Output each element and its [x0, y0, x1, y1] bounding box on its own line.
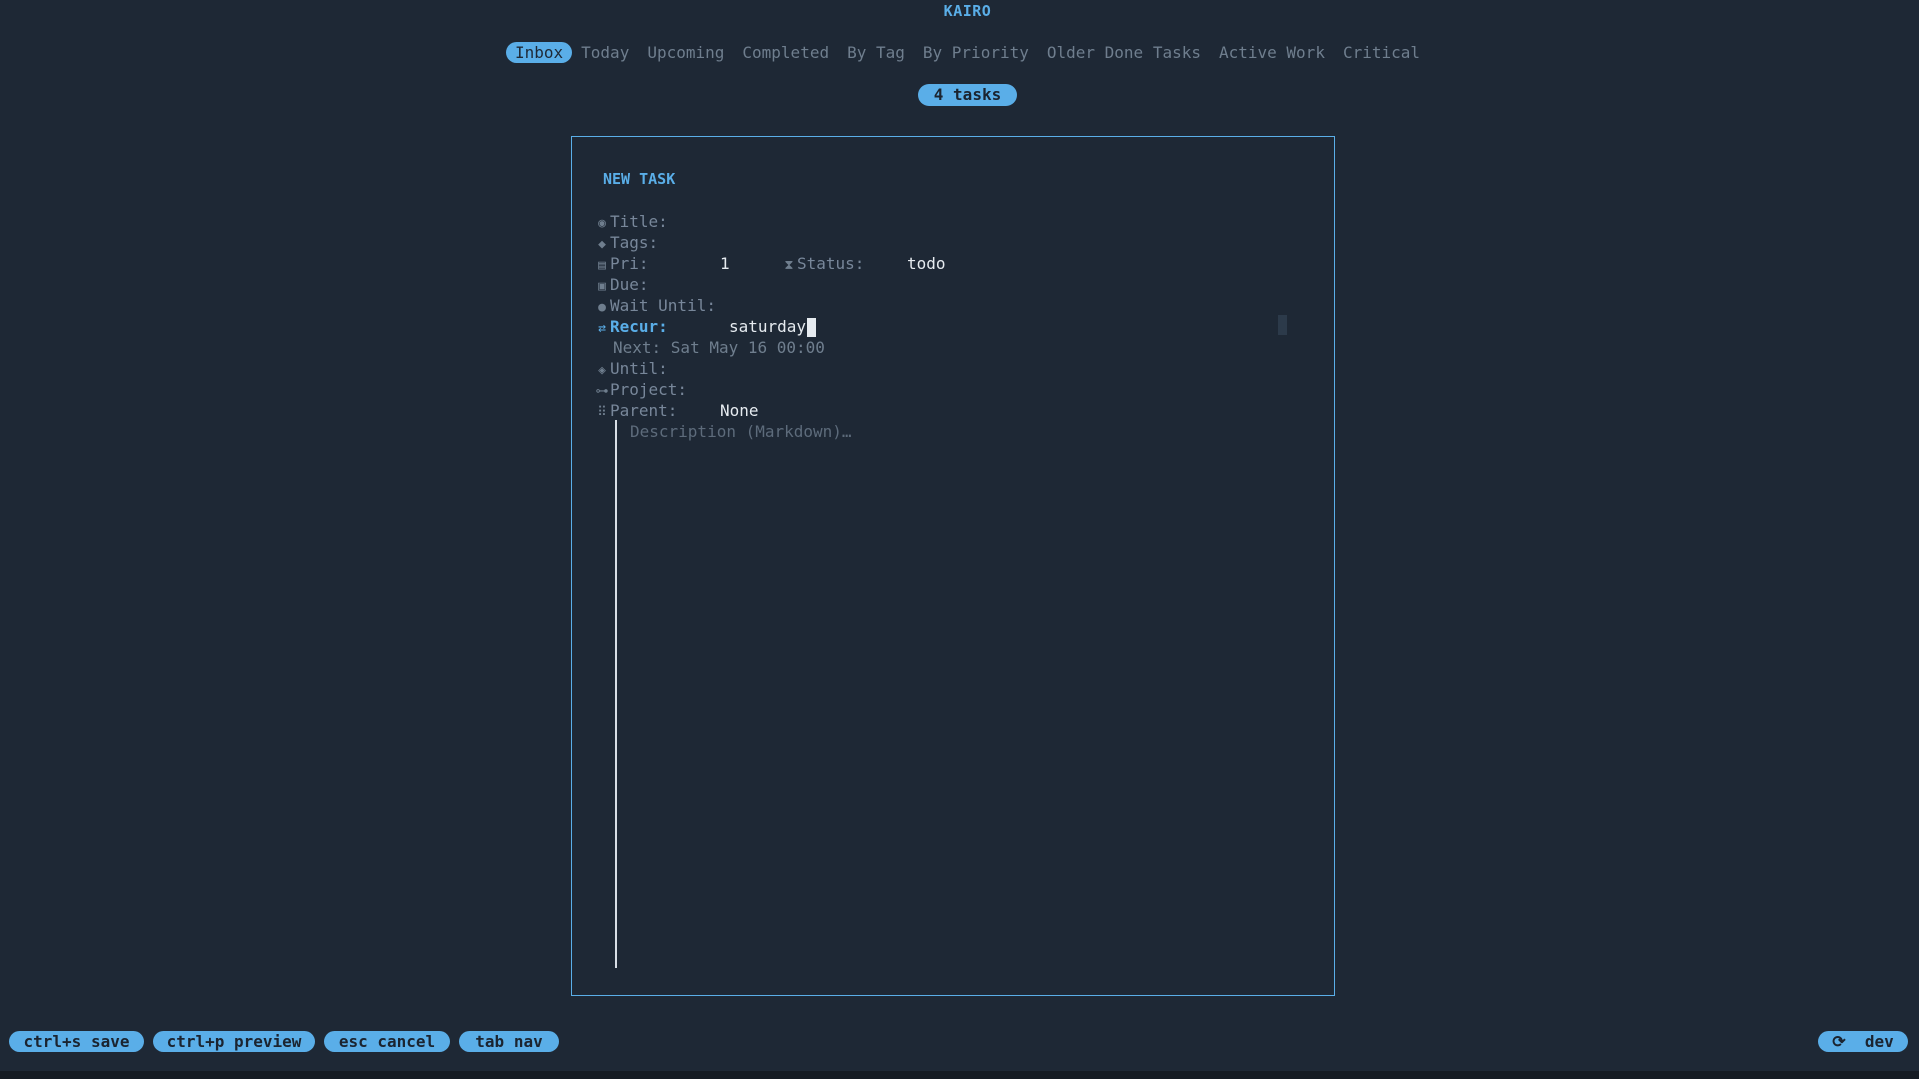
recur-input[interactable]: saturday [729, 316, 817, 337]
tab-today[interactable]: Today [572, 42, 638, 63]
app-window: KAIRO Inbox Today Upcoming Completed By … [0, 0, 1919, 1079]
tab-upcoming[interactable]: Upcoming [638, 42, 733, 63]
tab-older-done-tasks[interactable]: Older Done Tasks [1038, 42, 1210, 63]
title-label: Title: [610, 212, 668, 231]
clock-icon: ● [598, 300, 606, 315]
status-value[interactable]: todo [907, 253, 946, 274]
eye-icon: ◉ [598, 216, 606, 231]
recur-field[interactable]: ⇄ Recur: saturday [594, 316, 817, 337]
new-task-form: NEW TASK ◉ Title: ◆ Tags: ▤ Pri: 1 ⧗ Status:… [571, 136, 1335, 996]
due-field[interactable]: ▣ Due: [594, 274, 649, 295]
grid-icon: ⠿ [597, 405, 607, 420]
parent-label: Parent: [610, 401, 678, 420]
next-occurrence: Next: Sat May 16 00:00 [613, 338, 825, 357]
bottom-edge [0, 1071, 1919, 1079]
view-tabs: Inbox Today Upcoming Completed By Tag By… [0, 42, 1919, 63]
priority-field[interactable]: ▤ Pri: 1 [594, 253, 730, 274]
description-border [615, 420, 617, 968]
save-shortcut-button[interactable]: ctrl+s save [9, 1031, 144, 1052]
tab-completed[interactable]: Completed [733, 42, 838, 63]
form-title: NEW TASK [603, 170, 676, 188]
input-scroll-indicator [1278, 315, 1287, 335]
tab-active-work[interactable]: Active Work [1210, 42, 1334, 63]
recur-label: Recur: [610, 317, 668, 336]
parent-value[interactable]: None [720, 400, 759, 421]
shield-icon: ◈ [598, 363, 606, 378]
calendar-icon: ▣ [598, 279, 606, 294]
text-cursor [807, 318, 817, 337]
env-badge[interactable]: ⟳ dev [1818, 1031, 1908, 1052]
preview-shortcut-button[interactable]: ctrl+p preview [153, 1031, 315, 1052]
pri-label: Pri: [610, 254, 649, 273]
project-field[interactable]: ⊶Project: [594, 379, 688, 400]
tag-icon: ◆ [598, 237, 606, 252]
cancel-shortcut-button[interactable]: esc cancel [324, 1031, 450, 1052]
task-count-badge: 4 tasks [918, 84, 1017, 106]
wait-until-label: Wait Until: [610, 296, 716, 315]
project-label: Project: [610, 380, 688, 399]
hourglass-icon: ⧗ [784, 258, 794, 273]
project-icon: ⊶ [595, 384, 609, 399]
wait-until-field[interactable]: ● Wait Until: [594, 295, 716, 316]
tab-nav-shortcut-button[interactable]: tab nav [459, 1031, 559, 1052]
tags-field[interactable]: ◆ Tags: [594, 232, 658, 253]
parent-field[interactable]: ⠿ Parent: None [594, 400, 758, 421]
refresh-icon: ⟳ [1832, 1032, 1846, 1051]
app-title: KAIRO [943, 2, 992, 20]
status-label: Status: [797, 254, 865, 273]
tab-by-tag[interactable]: By Tag [838, 42, 914, 63]
repeat-icon: ⇄ [598, 321, 606, 336]
priority-icon: ▤ [598, 258, 606, 273]
description-input[interactable]: Description (Markdown)… [630, 422, 852, 441]
tags-label: Tags: [610, 233, 659, 252]
recur-value: saturday [729, 317, 807, 336]
status-field[interactable]: ⧗ Status: todo [781, 253, 945, 274]
title-field[interactable]: ◉ Title: [594, 211, 668, 232]
until-label: Until: [610, 359, 668, 378]
until-field[interactable]: ◈ Until: [594, 358, 668, 379]
tab-by-priority[interactable]: By Priority [914, 42, 1038, 63]
tab-inbox[interactable]: Inbox [505, 42, 573, 63]
tab-critical[interactable]: Critical [1334, 42, 1429, 63]
due-label: Due: [610, 275, 649, 294]
env-label: dev [1864, 1032, 1894, 1051]
pri-value[interactable]: 1 [720, 253, 730, 274]
